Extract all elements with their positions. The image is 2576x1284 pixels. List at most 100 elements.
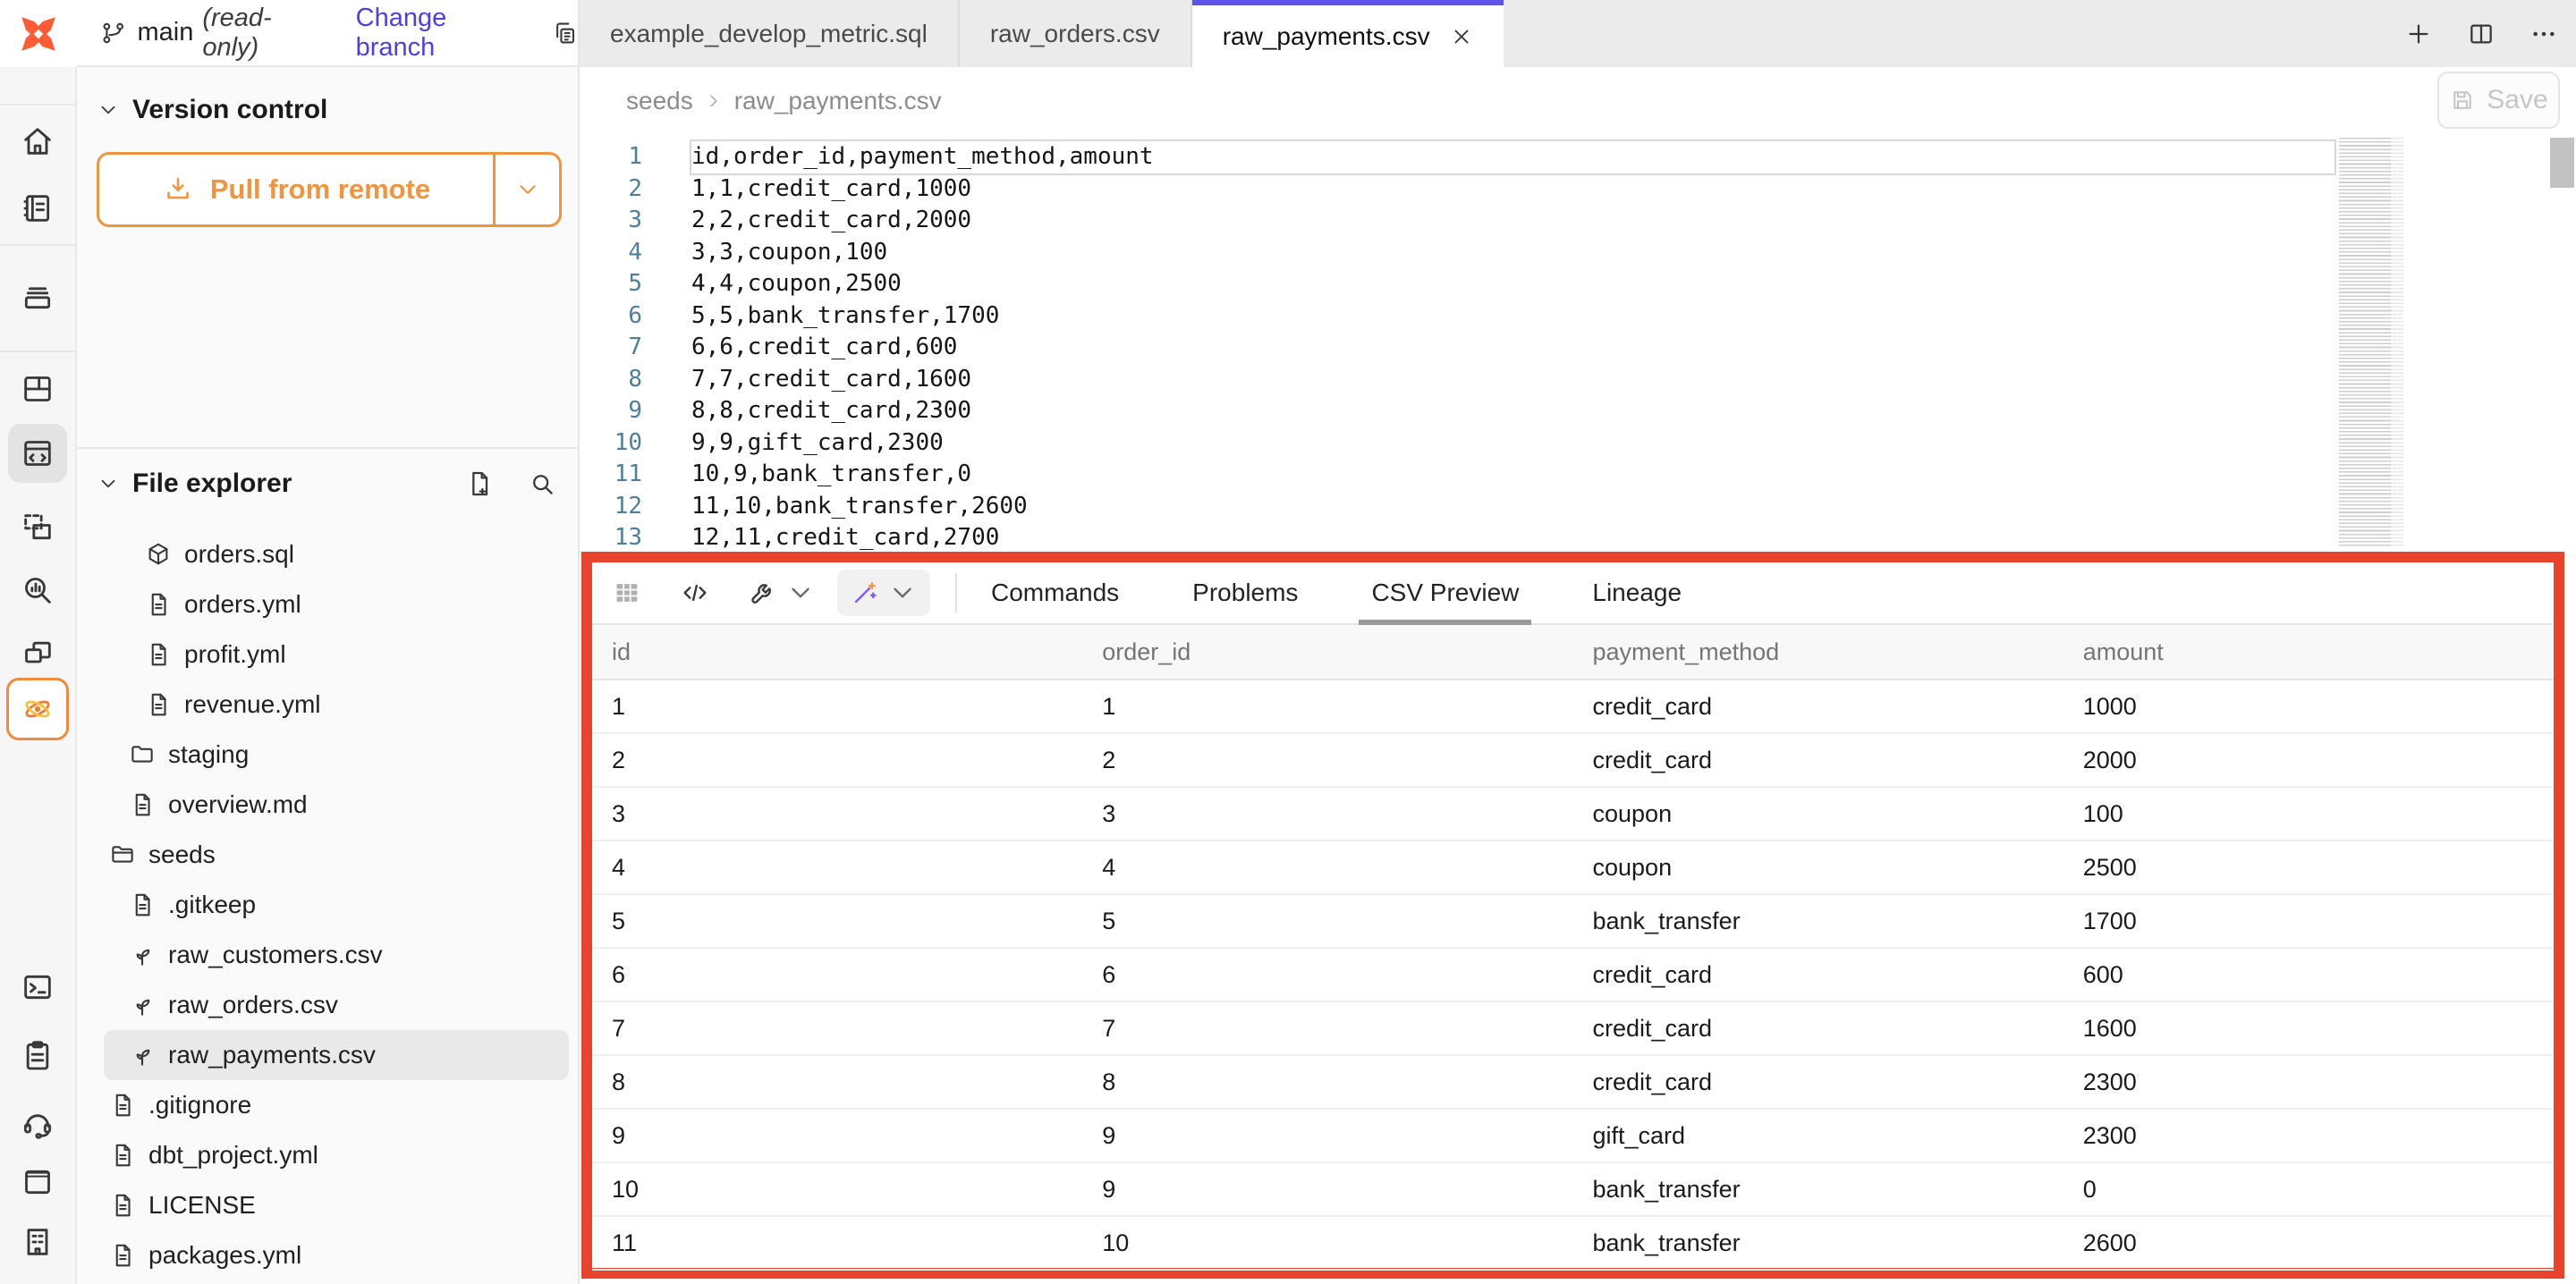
editor-scrollbar[interactable]: [2550, 138, 2574, 549]
table-cell: bank_transfer: [1573, 1163, 2063, 1215]
more-options-icon[interactable]: [2529, 20, 2558, 48]
file-item-raw_orders.csv[interactable]: raw_orders.csv: [104, 980, 569, 1030]
table-view-icon[interactable]: [612, 578, 642, 608]
ai-assist-button[interactable]: [837, 570, 930, 616]
doc-icon: [145, 591, 172, 618]
version-control-header[interactable]: Version control: [77, 89, 578, 131]
magic-wand-icon: [850, 578, 880, 608]
editor-tab-raw_payments.csv[interactable]: raw_payments.csv: [1192, 0, 1504, 67]
file-item-overview.md[interactable]: overview.md: [104, 780, 569, 830]
column-header-id: id: [592, 625, 1082, 679]
rail-item-home[interactable]: [8, 112, 67, 171]
csv-preview-table: idorder_idpayment_methodamount11credit_c…: [592, 625, 2554, 1271]
column-header-order_id: order_id: [1082, 625, 1572, 679]
file-item-orders.yml[interactable]: orders.yml: [104, 579, 569, 629]
rail-item-clipboard[interactable]: [8, 1026, 67, 1085]
line-number: 1: [580, 141, 642, 173]
line-number: 7: [580, 332, 642, 364]
close-tab-button[interactable]: [1450, 25, 1473, 48]
rail-item-frame-select[interactable]: [8, 498, 67, 557]
table-row: 109bank_transfer0: [592, 1163, 2554, 1217]
file-item-packages.yml[interactable]: packages.yml: [104, 1230, 569, 1280]
copy-icon[interactable]: [552, 19, 579, 47]
rail-item-windows[interactable]: [8, 623, 67, 682]
rail-item-code-editor[interactable]: [8, 424, 67, 483]
panel-tab-Problems[interactable]: Problems: [1189, 562, 1301, 624]
file-item-orders.sql[interactable]: orders.sql: [104, 529, 569, 579]
file-label: dbt_project.yml: [148, 1141, 318, 1170]
file-item-LICENSE[interactable]: LICENSE: [104, 1180, 569, 1230]
code-line: 5,5,bank_transfer,1700: [691, 300, 2334, 333]
pull-from-remote-label: Pull from remote: [210, 173, 430, 206]
split-pane-icon[interactable]: [2467, 20, 2496, 48]
rail-item-browser[interactable]: [8, 1153, 67, 1212]
editor-tab-example_develop_metric.sql[interactable]: example_develop_metric.sql: [580, 0, 960, 67]
chevron-down-icon[interactable]: [97, 98, 120, 122]
doc-icon: [129, 891, 156, 918]
line-number-gutter: 12345678910111213: [580, 141, 642, 552]
line-number: 8: [580, 364, 642, 396]
rail-item-dbt-fusion[interactable]: [6, 678, 69, 740]
code-line: 10,9,bank_transfer,0: [691, 459, 2334, 491]
table-cell: 100: [2063, 788, 2554, 840]
file-label: profit.yml: [184, 640, 286, 669]
panel-tab-CSV Preview[interactable]: CSV Preview: [1368, 562, 1522, 624]
cube-icon: [145, 541, 172, 568]
chevron-down-icon[interactable]: [97, 472, 120, 495]
table-cell: 2500: [2063, 841, 2554, 893]
rail-item-search-insights[interactable]: [8, 561, 67, 620]
build-tools-button[interactable]: [748, 578, 816, 608]
file-item-staging[interactable]: staging: [104, 730, 569, 780]
panel-tab-Lineage[interactable]: Lineage: [1589, 562, 1685, 624]
notebook-icon: [20, 190, 55, 226]
pull-dropdown-toggle[interactable]: [493, 155, 559, 224]
rail-item-building[interactable]: [8, 1212, 67, 1271]
search-icon[interactable]: [528, 469, 556, 498]
file-label: raw_customers.csv: [168, 941, 383, 969]
headset-icon: [20, 1105, 55, 1141]
file-item-profit.yml[interactable]: profit.yml: [104, 629, 569, 680]
panel-tab-Commands[interactable]: Commands: [987, 562, 1123, 624]
rail-item-headset[interactable]: [8, 1094, 67, 1153]
line-number: 9: [580, 395, 642, 427]
sidebar: main (read-only) Change branch Version c…: [77, 0, 580, 1284]
file-label: raw_payments.csv: [168, 1041, 376, 1069]
windows-icon: [20, 635, 55, 671]
rail-item-archive[interactable]: [8, 267, 67, 326]
file-item-.gitignore[interactable]: .gitignore: [104, 1080, 569, 1130]
building-icon: [20, 1224, 55, 1260]
table-cell: coupon: [1573, 788, 2063, 840]
file-item-dbt_project.yml[interactable]: dbt_project.yml: [104, 1130, 569, 1180]
pull-from-remote-button[interactable]: Pull from remote: [97, 152, 562, 227]
rail-item-layout[interactable]: [8, 359, 67, 418]
file-item-revenue.yml[interactable]: revenue.yml: [104, 680, 569, 730]
editor-header: seeds raw_payments.csv Save: [580, 67, 2576, 134]
new-file-icon[interactable]: [465, 469, 494, 498]
code-view-icon[interactable]: [680, 578, 710, 608]
rail-item-notebook[interactable]: [8, 179, 67, 238]
save-button[interactable]: Save: [2437, 72, 2560, 129]
minimap[interactable]: [2339, 138, 2403, 547]
left-icon-rail: [0, 0, 77, 1284]
file-item-.gitkeep[interactable]: .gitkeep: [104, 880, 569, 930]
code-editor[interactable]: 12345678910111213 id,order_id,payment_me…: [580, 134, 2576, 552]
new-tab-icon[interactable]: [2404, 20, 2433, 48]
table-cell: bank_transfer: [1573, 1217, 2063, 1269]
file-explorer-header[interactable]: File explorer: [77, 463, 578, 504]
browser-icon: [20, 1164, 55, 1200]
save-icon: [2449, 87, 2476, 114]
rail-item-terminal[interactable]: [8, 958, 67, 1017]
scrollbar-thumb[interactable]: [2550, 138, 2574, 188]
table-cell: 3: [1082, 788, 1572, 840]
table-cell: 7: [592, 1002, 1082, 1054]
file-item-seeds[interactable]: seeds: [104, 830, 569, 880]
file-item-raw_customers.csv[interactable]: raw_customers.csv: [104, 930, 569, 980]
clipboard-icon: [20, 1037, 55, 1073]
change-branch-link[interactable]: Change branch: [356, 4, 520, 63]
code-line: id,order_id,payment_method,amount: [691, 141, 2334, 173]
column-header-amount: amount: [2063, 625, 2554, 679]
chevron-down-icon: [785, 578, 816, 608]
editor-tab-raw_orders.csv[interactable]: raw_orders.csv: [960, 0, 1192, 67]
file-item-raw_payments.csv[interactable]: raw_payments.csv: [104, 1030, 569, 1080]
file-explorer-title: File explorer: [132, 469, 292, 499]
